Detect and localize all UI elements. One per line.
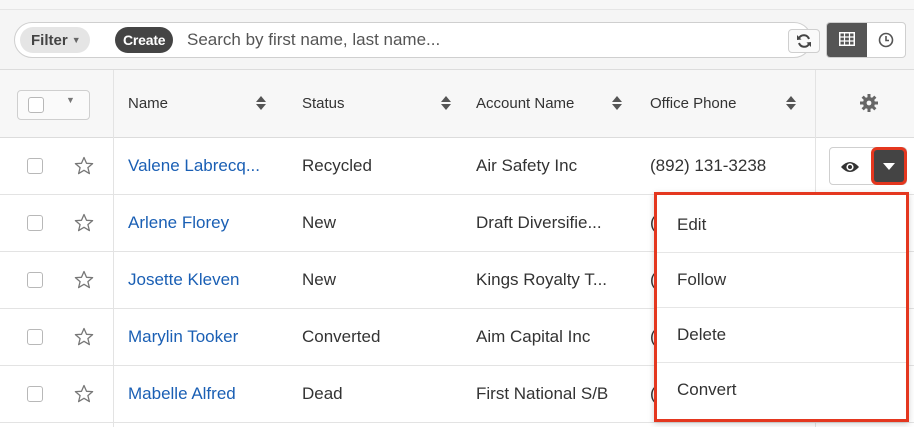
lead-name-link[interactable]: Josette Kleven (128, 270, 240, 290)
account-name-cell: Aim Capital Inc (476, 327, 591, 346)
row-checkbox[interactable] (27, 329, 43, 345)
star-icon[interactable] (74, 270, 94, 290)
office-phone-cell: (892) 131-3238 (650, 156, 767, 175)
lead-name-link[interactable]: Mabelle Alfred (128, 384, 236, 404)
star-icon[interactable] (74, 213, 94, 233)
star-icon[interactable] (74, 327, 94, 347)
sort-icon[interactable] (256, 94, 266, 112)
filter-dropdown-button[interactable]: Filter ▼ (20, 27, 90, 53)
menu-item-edit[interactable]: Edit (657, 198, 906, 253)
list-toolbar: Filter ▼ Create Search by first name, las… (0, 10, 914, 70)
column-header-account-name[interactable]: Account Name (476, 70, 574, 137)
row-checkbox[interactable] (27, 158, 43, 174)
row-checkbox[interactable] (27, 215, 43, 231)
refresh-icon (797, 34, 811, 48)
account-name-cell: Air Safety Inc (476, 156, 578, 175)
top-strip (0, 0, 914, 10)
lead-name-link[interactable]: Valene Labrecq... (128, 156, 260, 176)
row-checkbox[interactable] (27, 386, 43, 402)
star-icon[interactable] (74, 384, 94, 404)
sort-icon[interactable] (612, 94, 622, 112)
search-input[interactable]: Search by first name, last name... (187, 23, 440, 57)
status-cell: Converted (302, 327, 381, 346)
activity-stream-button[interactable] (867, 23, 905, 57)
chevron-down-icon[interactable]: ▼ (66, 95, 75, 105)
table-header: ▼ Name Status Account Name Office Phone (0, 70, 914, 138)
view-toggle (826, 22, 906, 58)
row-checkbox[interactable] (27, 272, 43, 288)
lead-name-link[interactable]: Arlene Florey (128, 213, 229, 233)
list-view-button[interactable] (827, 23, 867, 57)
lead-name-link[interactable]: Marylin Tooker (128, 327, 238, 347)
status-cell: New (302, 213, 337, 232)
chevron-down-icon: ▼ (71, 35, 81, 45)
account-name-cell: First National S/B (476, 384, 609, 403)
column-divider (113, 70, 114, 427)
table-icon (839, 32, 855, 46)
clock-icon (878, 32, 894, 48)
account-name-cell: Draft Diversifie... (476, 213, 602, 232)
menu-item-delete[interactable]: Delete (657, 308, 906, 363)
eye-icon[interactable] (840, 160, 860, 174)
column-header-name[interactable]: Name (128, 70, 168, 137)
row-actions-dropdown-button[interactable] (874, 150, 904, 182)
caret-down-icon (883, 163, 895, 170)
table-row[interactable]: Valene Labrecq... Recycled Air Safety In… (0, 138, 914, 195)
select-all-checkbox[interactable] (28, 97, 44, 113)
column-header-office-phone[interactable]: Office Phone (650, 70, 736, 137)
row-actions (829, 147, 907, 185)
menu-item-follow[interactable]: Follow (657, 253, 906, 308)
menu-item-convert[interactable]: Convert (657, 363, 906, 418)
gear-icon[interactable] (860, 94, 878, 112)
sort-icon[interactable] (441, 94, 451, 112)
refresh-button[interactable] (788, 29, 820, 53)
column-header-status[interactable]: Status (302, 70, 345, 137)
status-cell: Recycled (302, 156, 372, 175)
row-actions-menu: Edit Follow Delete Convert (654, 192, 909, 422)
create-filter-button[interactable]: Create (115, 27, 174, 53)
filter-search-bar: Filter ▼ Create Search by first name, las… (14, 22, 820, 58)
mass-select-control[interactable]: ▼ (17, 90, 90, 120)
sort-icon[interactable] (786, 94, 796, 112)
filter-label: Filter (31, 32, 68, 49)
status-cell: New (302, 270, 337, 289)
status-cell: Dead (302, 384, 343, 403)
star-icon[interactable] (74, 156, 94, 176)
account-name-cell: Kings Royalty T... (476, 270, 608, 289)
